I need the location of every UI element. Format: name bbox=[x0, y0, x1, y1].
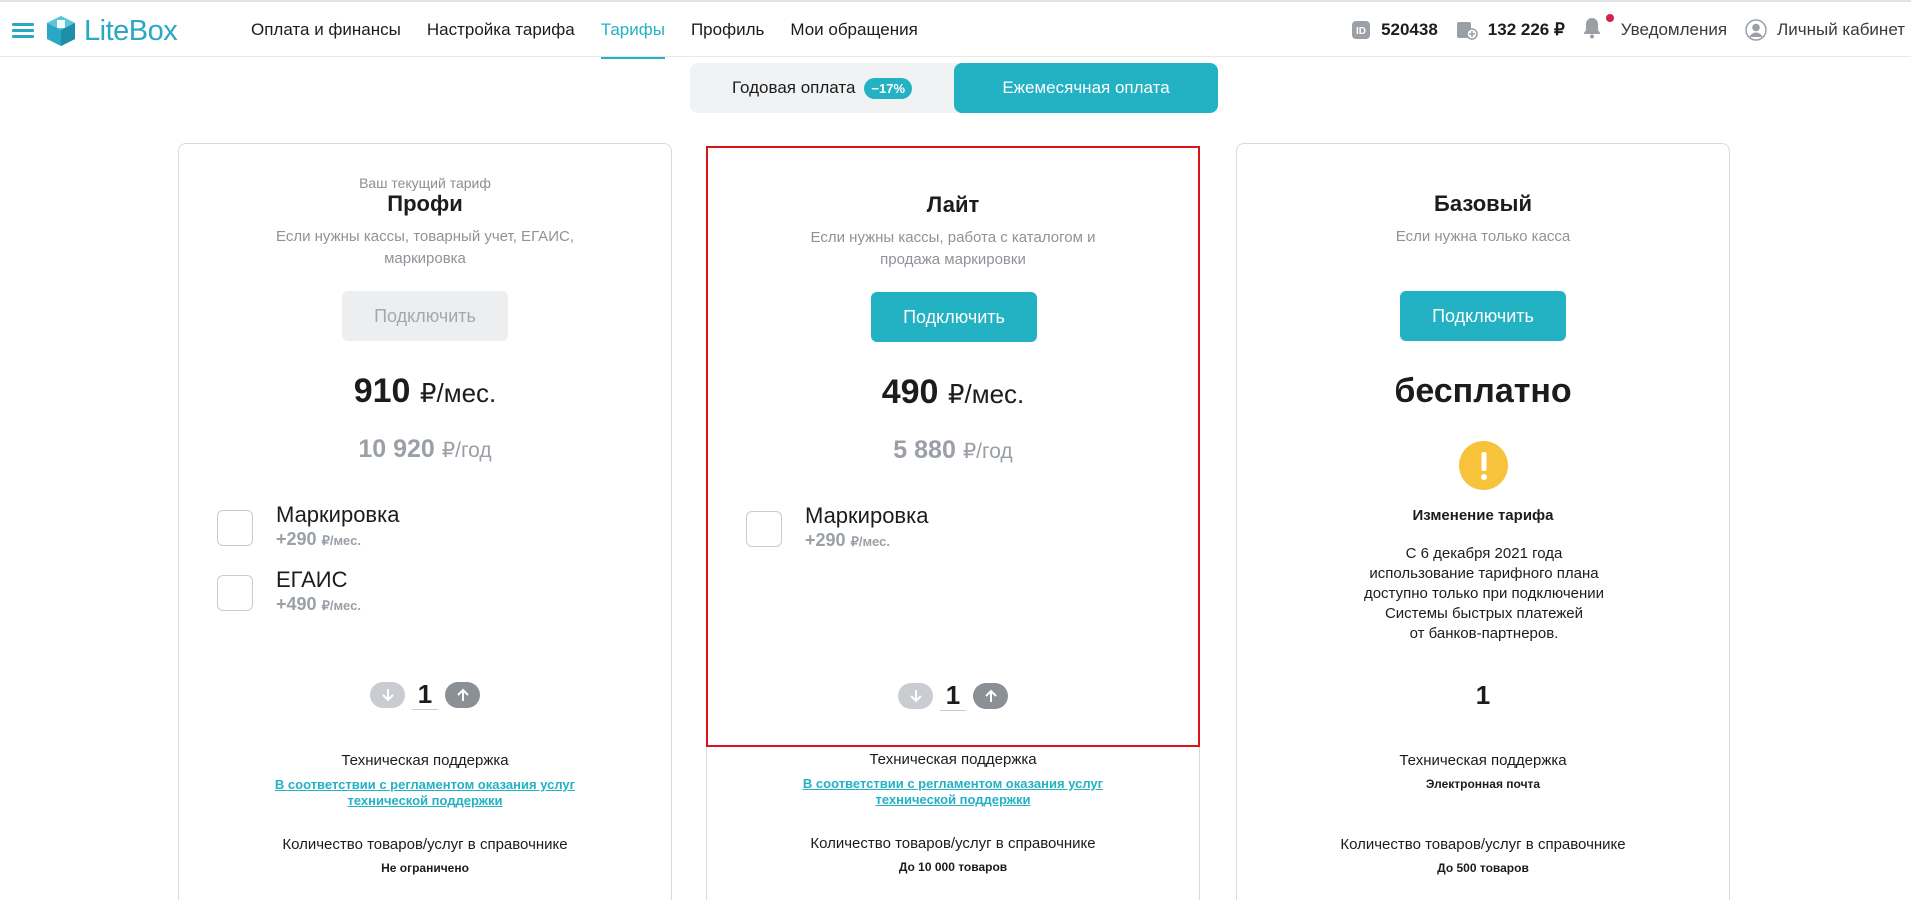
addon-name: Маркировка bbox=[276, 502, 400, 527]
addon-name: Маркировка bbox=[805, 503, 929, 528]
arrow-up-icon bbox=[984, 689, 997, 702]
plan-card-lite-lower: Техническая поддержка В соответствии с р… bbox=[706, 747, 1200, 900]
nav-tariffs[interactable]: Тарифы bbox=[588, 3, 678, 59]
plan-name: Профи bbox=[387, 191, 463, 216]
svg-text:ID: ID bbox=[1356, 26, 1366, 37]
logo[interactable]: LiteBox bbox=[44, 13, 178, 49]
increase-button[interactable] bbox=[445, 681, 480, 708]
arrow-down-icon bbox=[909, 689, 922, 702]
warning-icon bbox=[1459, 441, 1508, 490]
arrow-up-icon bbox=[456, 688, 469, 701]
nav-payment-finance[interactable]: Оплата и финансы bbox=[238, 3, 414, 57]
discount-badge: −17% bbox=[864, 77, 913, 99]
id-icon: ID bbox=[1352, 21, 1371, 39]
litebox-cube-icon bbox=[47, 16, 75, 46]
plan-card-basic: Базовый Если нужна только касса Подключи… bbox=[1236, 143, 1730, 900]
nav-tariff-settings[interactable]: Настройка тарифа bbox=[414, 3, 588, 57]
catalog-title: Количество товаров/услуг в справочнике bbox=[1340, 836, 1626, 853]
notifications-label: Уведомления bbox=[1620, 20, 1728, 39]
account-id-value: 520438 bbox=[1381, 20, 1438, 39]
connect-button[interactable]: Подключить bbox=[342, 291, 508, 341]
arrow-down-icon bbox=[381, 688, 394, 701]
quantity-input[interactable]: 1 bbox=[940, 680, 966, 711]
quantity-input[interactable]: 1 bbox=[412, 679, 438, 710]
plan-name: Базовый bbox=[1434, 191, 1532, 216]
plan-description: Если нужна только касса bbox=[1395, 228, 1571, 245]
decrease-button[interactable] bbox=[898, 682, 933, 709]
quantity-value: 1 bbox=[1475, 680, 1491, 710]
addon-checkbox[interactable] bbox=[217, 575, 253, 611]
warning-text: С 6 декабря 2021 года использование тари… bbox=[1363, 545, 1605, 642]
quantity-stepper: 1 bbox=[179, 679, 671, 710]
notification-dot bbox=[1605, 13, 1614, 22]
menu-icon[interactable] bbox=[12, 23, 34, 39]
support-title: Техническая поддержка bbox=[869, 751, 1037, 768]
addon-price: +290 ₽/мес. bbox=[276, 529, 361, 549]
yearly-label: Годовая оплата bbox=[731, 78, 856, 97]
addon-checkbox[interactable] bbox=[746, 511, 782, 547]
monthly-price: 910 ₽/мес. bbox=[353, 372, 497, 410]
top-border bbox=[0, 0, 1911, 2]
bell-icon bbox=[1583, 13, 1614, 44]
price-free: бесплатно bbox=[1394, 372, 1572, 410]
increase-button[interactable] bbox=[973, 682, 1008, 709]
connect-button[interactable]: Подключить bbox=[1400, 291, 1566, 341]
support-regulation-link[interactable]: В соответствии с регламентом оказания ус… bbox=[179, 777, 671, 809]
yearly-price: 5 880 ₽/год bbox=[893, 436, 1013, 464]
yearly-price: 10 920 ₽/год bbox=[358, 435, 492, 463]
addon-marking: Маркировка +290 ₽/мес. bbox=[217, 502, 637, 552]
balance-value: 132 226 ₽ bbox=[1487, 20, 1565, 39]
addon-egais: ЕГАИС +490 ₽/мес. bbox=[217, 567, 637, 617]
balance[interactable]: 132 226 ₽ bbox=[1456, 20, 1565, 40]
plan-name: Лайт bbox=[926, 192, 980, 217]
warning-title: Изменение тарифа bbox=[1412, 507, 1554, 524]
app-header: LiteBox Оплата и финансы Настройка тариф… bbox=[0, 3, 1911, 59]
catalog-value: Не ограничено bbox=[381, 861, 469, 875]
addon-price: +290 ₽/мес. bbox=[805, 530, 890, 550]
nav-my-requests[interactable]: Мои обращения bbox=[777, 3, 930, 57]
user-icon bbox=[1745, 19, 1767, 41]
decrease-button[interactable] bbox=[370, 681, 405, 708]
monthly-price: 490 ₽/мес. bbox=[881, 373, 1025, 411]
plan-card-profi: Ваш текущий тариф Профи Если нужны кассы… bbox=[178, 143, 672, 900]
logo-text: LiteBox bbox=[84, 14, 178, 47]
addon-name: ЕГАИС bbox=[276, 567, 348, 592]
plan-description: Если нужны кассы, работа с каталогом и п… bbox=[810, 229, 1096, 268]
catalog-value: До 10 000 товаров bbox=[898, 860, 1008, 874]
catalog-value: До 500 товаров bbox=[1437, 861, 1529, 875]
addon-price: +490 ₽/мес. bbox=[276, 594, 361, 614]
plan-description: Если нужны кассы, товарный учет, ЕГАИС, … bbox=[276, 228, 574, 267]
plan-card-lite: Лайт Если нужны кассы, работа с каталого… bbox=[706, 146, 1200, 747]
monthly-billing-option[interactable]: Ежемесячная оплата bbox=[954, 63, 1218, 113]
billing-period-toggle: Годовая оплата −17% Ежемесячная оплата bbox=[690, 63, 1218, 113]
notifications[interactable]: Уведомления bbox=[1583, 13, 1728, 44]
support-value: Электронная почта bbox=[1425, 777, 1541, 791]
cabinet-label: Личный кабинет bbox=[1777, 20, 1905, 39]
quantity-stepper: 1 bbox=[708, 680, 1198, 711]
wallet-add-icon bbox=[1456, 22, 1478, 40]
main-nav: Оплата и финансы Настройка тарифа Тарифы… bbox=[238, 3, 931, 59]
nav-profile[interactable]: Профиль bbox=[678, 3, 777, 57]
catalog-title: Количество товаров/услуг в справочнике bbox=[810, 835, 1096, 852]
yearly-billing-option[interactable]: Годовая оплата −17% bbox=[690, 63, 954, 113]
account-id: ID 520438 bbox=[1351, 20, 1438, 40]
support-regulation-link[interactable]: В соответствии с регламентом оказания ус… bbox=[706, 776, 1200, 808]
support-title: Техническая поддержка bbox=[341, 752, 509, 769]
personal-cabinet[interactable]: Личный кабинет bbox=[1745, 19, 1905, 41]
addon-checkbox[interactable] bbox=[217, 510, 253, 546]
addon-marking: Маркировка +290 ₽/мес. bbox=[746, 503, 1166, 553]
connect-button[interactable]: Подключить bbox=[871, 292, 1037, 342]
catalog-title: Количество товаров/услуг в справочнике bbox=[282, 836, 568, 853]
current-plan-label: Ваш текущий тариф bbox=[359, 175, 491, 191]
support-title: Техническая поддержка bbox=[1399, 752, 1567, 769]
